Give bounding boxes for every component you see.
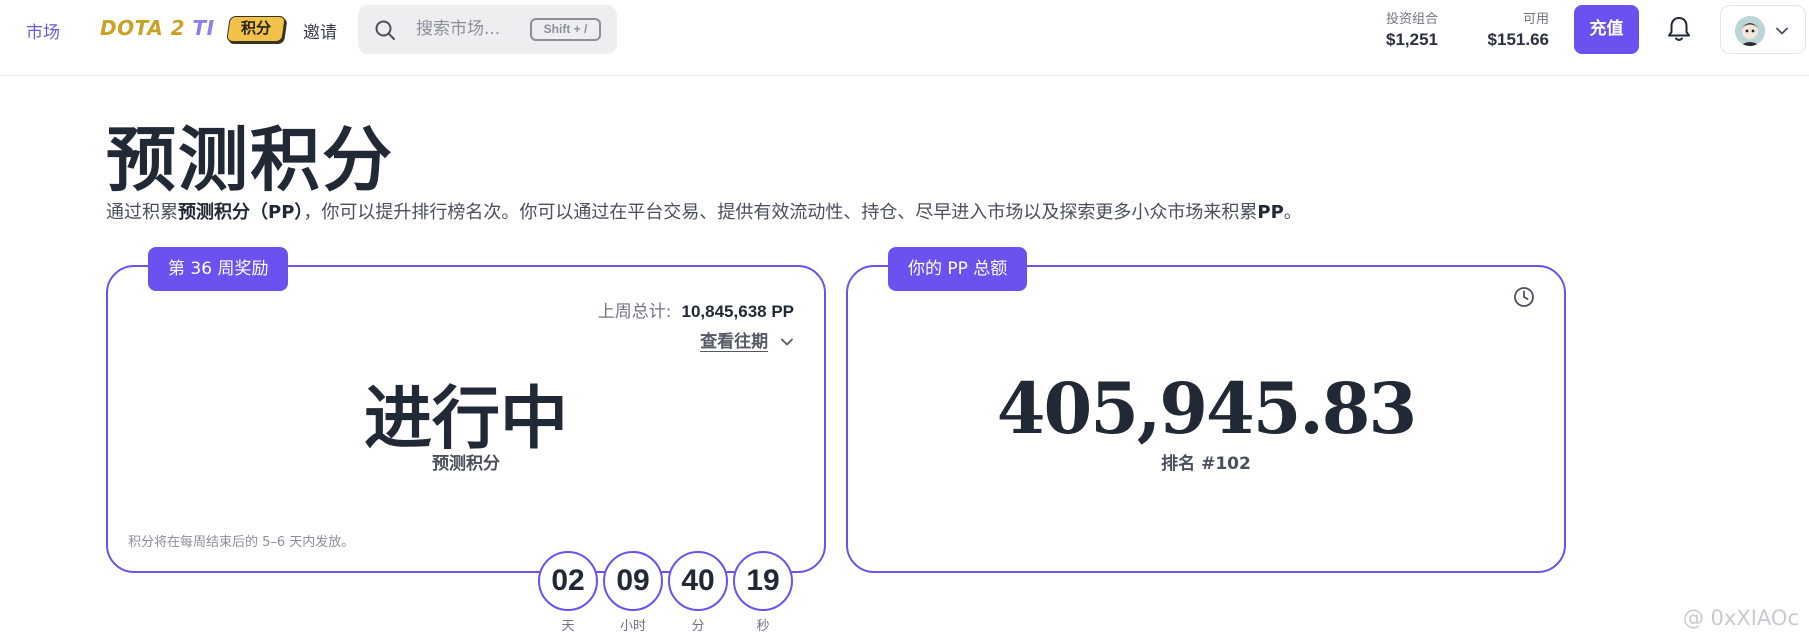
intro-bold-pp: 预测积分（PP） — [178, 202, 304, 223]
avatar — [1735, 16, 1765, 46]
search-icon — [375, 20, 395, 40]
chevron-down-icon — [1776, 27, 1788, 35]
dota-label: DOTA 2 — [100, 16, 186, 40]
pp-total-card: 你的 PP 总额 405,945.83 排名 #102 — [846, 247, 1566, 573]
available-value: $151.66 — [1487, 30, 1549, 49]
countdown-seconds-label: 秒 — [756, 619, 770, 634]
top-nav-bar: 市场 DOTA 2 TI 积分 邀请 Shift + / 投资组合 $1,251… — [0, 0, 1809, 76]
intro-text-2: ，你可以提升排行榜名次。你可以通过在平台交易、提供有效流动性、持仓、尽早进入市场… — [303, 202, 1258, 223]
payout-note: 积分将在每周结束后的 5–6 天内发放。 — [128, 535, 355, 550]
countdown-days-value: 02 — [538, 551, 598, 611]
view-history-label: 查看往期 — [700, 332, 769, 352]
countdown-hours-label: 小时 — [619, 619, 646, 634]
view-history-link[interactable]: 查看往期 — [700, 327, 794, 352]
search-input[interactable] — [416, 17, 546, 41]
search-bar[interactable]: Shift + / — [358, 5, 617, 54]
nav-points-badge[interactable]: 积分 — [226, 16, 286, 42]
pp-total-value: 405,945.83 — [996, 367, 1417, 450]
countdown-timer: 02 天 09 小时 40 分 19 秒 — [538, 551, 798, 641]
week-status: 进行中 — [363, 380, 568, 459]
bell-icon[interactable] — [1664, 14, 1694, 44]
last-week-total: 上周总计: 10,845,638 PP — [598, 297, 794, 322]
deposit-button[interactable]: 充值 — [1574, 5, 1639, 54]
intro-text-1: 通过积累 — [106, 202, 178, 223]
nav-dota-link[interactable]: DOTA 2 TI — [100, 16, 215, 40]
week-status-caption: 预测积分 — [432, 454, 500, 474]
available-label: 可用 — [1522, 12, 1549, 27]
points-label: 积分 — [241, 19, 272, 37]
countdown-seconds: 19 秒 — [733, 551, 793, 634]
weekly-reward-tag: 第 36 周奖励 — [148, 247, 289, 291]
portfolio-label: 投资组合 — [1385, 12, 1438, 27]
nav-invite-link[interactable]: 邀请 — [303, 18, 337, 43]
countdown-hours: 09 小时 — [603, 551, 663, 634]
portfolio-value: $1,251 — [1386, 30, 1438, 49]
countdown-hours-value: 09 — [603, 551, 663, 611]
countdown-days-label: 天 — [561, 619, 575, 634]
weekly-reward-card: 第 36 周奖励 上周总计: 10,845,638 PP 查看往期 进行中 预测积… — [106, 247, 826, 573]
page-intro: 通过积累预测积分（PP），你可以提升排行榜名次。你可以通过在平台交易、提供有效流… — [106, 198, 1302, 224]
nav-market-link[interactable]: 市场 — [26, 18, 60, 43]
countdown-minutes-label: 分 — [691, 619, 705, 634]
user-menu-button[interactable] — [1720, 5, 1806, 54]
ti-label: TI — [192, 16, 215, 40]
chevron-down-icon — [781, 338, 793, 346]
search-shortcut-hint: Shift + / — [530, 18, 601, 41]
countdown-days: 02 天 — [538, 551, 598, 634]
available-stat[interactable]: 可用 $151.66 — [1488, 8, 1549, 50]
countdown-seconds-value: 19 — [733, 551, 793, 611]
intro-text-3: 。 — [1283, 202, 1302, 223]
watermark: @ 0xXIAOc — [1682, 606, 1799, 630]
last-week-label: 上周总计: — [597, 302, 672, 322]
countdown-minutes-value: 40 — [668, 551, 728, 611]
intro-bold-pp-2: PP — [1257, 202, 1284, 223]
portfolio-stat[interactable]: 投资组合 $1,251 — [1386, 8, 1438, 50]
last-week-value: 10,845,638 PP — [681, 302, 794, 321]
countdown-minutes: 40 分 — [668, 551, 728, 634]
pp-rank: 排名 #102 — [1161, 454, 1251, 474]
page-title: 预测积分 — [106, 119, 394, 201]
clock-icon[interactable] — [1512, 285, 1536, 309]
pp-total-tag: 你的 PP 总额 — [888, 247, 1028, 291]
